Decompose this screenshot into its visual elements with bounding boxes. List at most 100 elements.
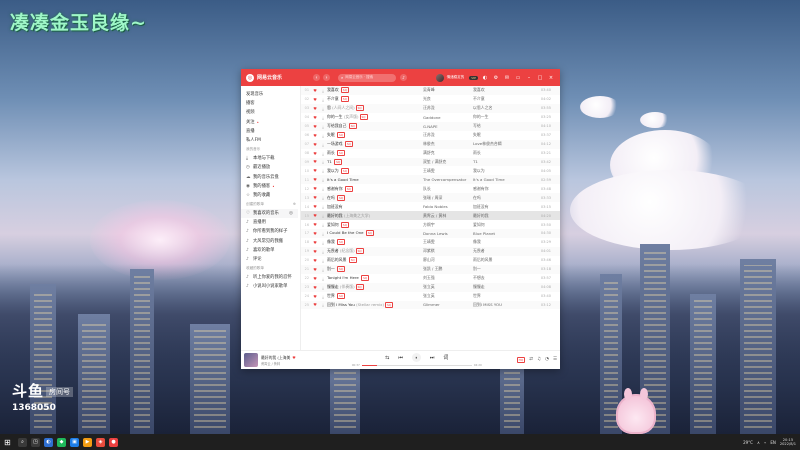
track-artist[interactable]: 邓紫棋 <box>423 248 473 254</box>
back-arrow-icon[interactable]: ‹ <box>313 74 320 81</box>
like-heart-icon[interactable]: ♥ <box>311 195 319 200</box>
track-row[interactable]: 07 ♥ ⤓ 一场游戏 SQ 林俊杰 Love林俊杰合辑 04:12 <box>301 139 560 149</box>
track-album[interactable]: 你的一生 <box>473 114 535 120</box>
sidebar-item-playlist[interactable]: ♪ 直播用 <box>246 218 300 227</box>
track-row[interactable]: 04 ♥ ⤓ 你的一生 (女声版) SQ Gaddone 你的一生 03:25 <box>301 113 560 122</box>
track-album[interactable]: 不想去 <box>473 275 535 281</box>
download-icon[interactable]: ⤓ <box>319 124 327 129</box>
download-icon[interactable]: ⤓ <box>319 294 327 299</box>
taskbar-app-icon[interactable]: ◆ <box>57 437 66 447</box>
track-row[interactable]: 22 ♥ ⤓ Tonight I'm Here SQ 刘玉强 不想去 03:57 <box>301 274 560 283</box>
add-playlist-icon[interactable]: ⊕ <box>293 200 296 209</box>
track-artist[interactable]: 张瑞 / 周深 <box>423 195 473 201</box>
taskbar-app-icon[interactable]: ◐ <box>44 437 53 447</box>
like-heart-icon[interactable]: ♥ <box>311 267 319 272</box>
sidebar-item-video[interactable]: 视频 <box>246 108 300 117</box>
taskbar-app-icon[interactable]: ● <box>109 437 118 447</box>
track-album[interactable]: 我喜欢 <box>473 87 535 93</box>
track-row[interactable]: 14 ♥ ⤓ 加班没有 Fabio Nobles 加班没有 03:15 <box>301 202 560 211</box>
taskbar-app-icon[interactable]: ⌕ <box>18 437 27 447</box>
sidebar-item-podcast[interactable]: 播客 <box>246 99 300 108</box>
like-heart-icon[interactable]: ♥ <box>311 249 319 254</box>
track-artist[interactable]: Gaddone <box>423 115 473 120</box>
track-row[interactable]: 02 ♥ ⤓ 不介意 SQ 光良 不介意 04:02 <box>301 95 560 104</box>
track-row[interactable]: 12 ♥ ⤓ 感谢有你 SQ 队长 感谢有你 03:48 <box>301 184 560 193</box>
volume-icon[interactable]: ♫ <box>537 357 541 363</box>
download-icon[interactable]: ⤓ <box>319 97 327 102</box>
download-icon[interactable]: ⤓ <box>319 302 327 307</box>
like-heart-icon[interactable]: ♥ <box>311 222 319 227</box>
windows-start-icon[interactable]: ⊞ <box>4 438 16 447</box>
download-icon[interactable]: ⤓ <box>319 115 327 120</box>
like-heart-icon[interactable]: ♥ <box>311 276 319 281</box>
track-artist[interactable]: 满舒克 <box>423 150 473 156</box>
like-heart-icon[interactable]: ♥ <box>311 133 319 138</box>
like-heart-icon[interactable]: ♥ <box>311 177 319 182</box>
sidebar-item-fav-playlist[interactable]: ♪ 小说叫小说家歌单 <box>246 282 300 291</box>
track-album[interactable]: 加班没有 <box>473 204 535 210</box>
sidebar-item-live[interactable]: 直播 <box>246 127 300 136</box>
track-album[interactable]: 世界 <box>473 293 535 299</box>
track-row[interactable]: 01 ♥ ⤓ 我喜欢 SQ 吴青峰 我喜欢 03:40 <box>301 86 560 95</box>
download-icon[interactable]: ⤓ <box>319 88 327 93</box>
user-name[interactable]: 情绪稳定的 <box>447 75 465 80</box>
download-icon[interactable]: ⤓ <box>319 222 327 227</box>
track-artist[interactable]: 双笙 / 满舒克 <box>423 159 473 165</box>
like-heart-icon[interactable]: ♥ <box>311 302 319 307</box>
weather-temp[interactable]: 29°C <box>743 440 753 445</box>
like-heart-icon[interactable]: ♥ <box>292 355 295 360</box>
track-row[interactable]: 15 ♥ ⤓ 最好的我 (上海美之大学) 黄霄云 / 黄林 最好的我 04:20 <box>301 211 560 221</box>
track-artist[interactable]: 队长 <box>423 186 473 192</box>
sidebar-item-local[interactable]: ⤓ 本地与下载 <box>246 154 300 163</box>
mail-icon[interactable]: ✉ <box>503 75 511 81</box>
track-artist[interactable]: Donna Lewis <box>423 231 473 236</box>
like-heart-icon[interactable]: ♥ <box>311 258 319 263</box>
user-avatar[interactable] <box>435 73 444 82</box>
tray-expand-icon[interactable]: ∧ <box>757 440 760 445</box>
download-icon[interactable]: ⤓ <box>319 195 327 200</box>
track-album[interactable]: 爱如何 <box>473 222 535 228</box>
like-heart-icon[interactable]: ♥ <box>311 142 319 147</box>
like-heart-icon[interactable]: ♥ <box>311 106 319 111</box>
track-album[interactable]: 在吗 <box>473 195 535 201</box>
track-artist[interactable]: 汪苏泷 <box>423 132 473 138</box>
taskbar-app-icon[interactable]: ▣ <box>70 437 79 447</box>
track-artist[interactable]: Fabio Nobles <box>423 204 473 209</box>
track-row[interactable]: 20 ♥ ⤓ 雨后的风景 SQ 廖山河 雨后的风景 03:46 <box>301 256 560 265</box>
like-heart-icon[interactable]: ♥ <box>311 159 319 164</box>
download-icon[interactable]: ⤓ <box>319 133 327 138</box>
track-album[interactable]: 回到I MISS YOU <box>473 302 535 308</box>
track-album[interactable]: 最好的我 <box>473 213 535 219</box>
mini-mode-icon[interactable]: ▭ <box>514 75 522 81</box>
download-icon[interactable]: ⤓ <box>319 240 327 245</box>
download-icon[interactable]: ⤓ <box>319 231 327 236</box>
track-album[interactable]: Blue Planet <box>473 231 535 236</box>
close-icon[interactable]: × <box>547 75 555 81</box>
track-artist[interactable]: The Overcompensator <box>423 177 473 182</box>
track-artist[interactable]: 黄霄云 / 黄林 <box>423 213 473 219</box>
like-heart-icon[interactable]: ♥ <box>311 294 319 299</box>
track-album[interactable]: Love林俊杰合辑 <box>473 141 535 147</box>
track-row[interactable]: 18 ♥ ⤓ 像我 SQ 王靖雯 像我 03:29 <box>301 238 560 247</box>
track-artist[interactable]: 廖山河 <box>423 257 473 263</box>
download-icon[interactable]: ⤓ <box>319 213 327 218</box>
track-album[interactable]: T1 <box>473 159 535 164</box>
heartbeat-mode-icon[interactable]: ◎ <box>289 209 294 218</box>
sidebar-item-recent[interactable]: ◷ 最近播放 <box>246 163 300 172</box>
progress-bar[interactable] <box>361 364 472 366</box>
clock[interactable]: 20:15 2022/8/1 <box>780 438 796 447</box>
like-heart-icon[interactable]: ♥ <box>311 168 319 173</box>
taskbar-app-icon[interactable]: ◈ <box>96 437 105 447</box>
download-icon[interactable]: ⤓ <box>319 168 327 173</box>
download-icon[interactable]: ⤓ <box>319 159 327 164</box>
download-icon[interactable]: ⤓ <box>319 106 327 111</box>
lyric-icon[interactable]: 词 <box>443 354 448 361</box>
track-album[interactable]: 感谢有你 <box>473 186 535 192</box>
sidebar-item-playlist[interactable]: ♪ 大风常见的我搬 <box>246 237 300 246</box>
skin-icon[interactable]: ◐ <box>481 75 489 81</box>
like-heart-icon[interactable]: ♥ <box>311 240 319 245</box>
track-album[interactable]: 像我 <box>473 239 535 245</box>
track-album[interactable]: 写给 <box>473 123 535 129</box>
like-heart-icon[interactable]: ♥ <box>311 186 319 191</box>
track-album[interactable]: It's a Good Time <box>473 177 535 182</box>
